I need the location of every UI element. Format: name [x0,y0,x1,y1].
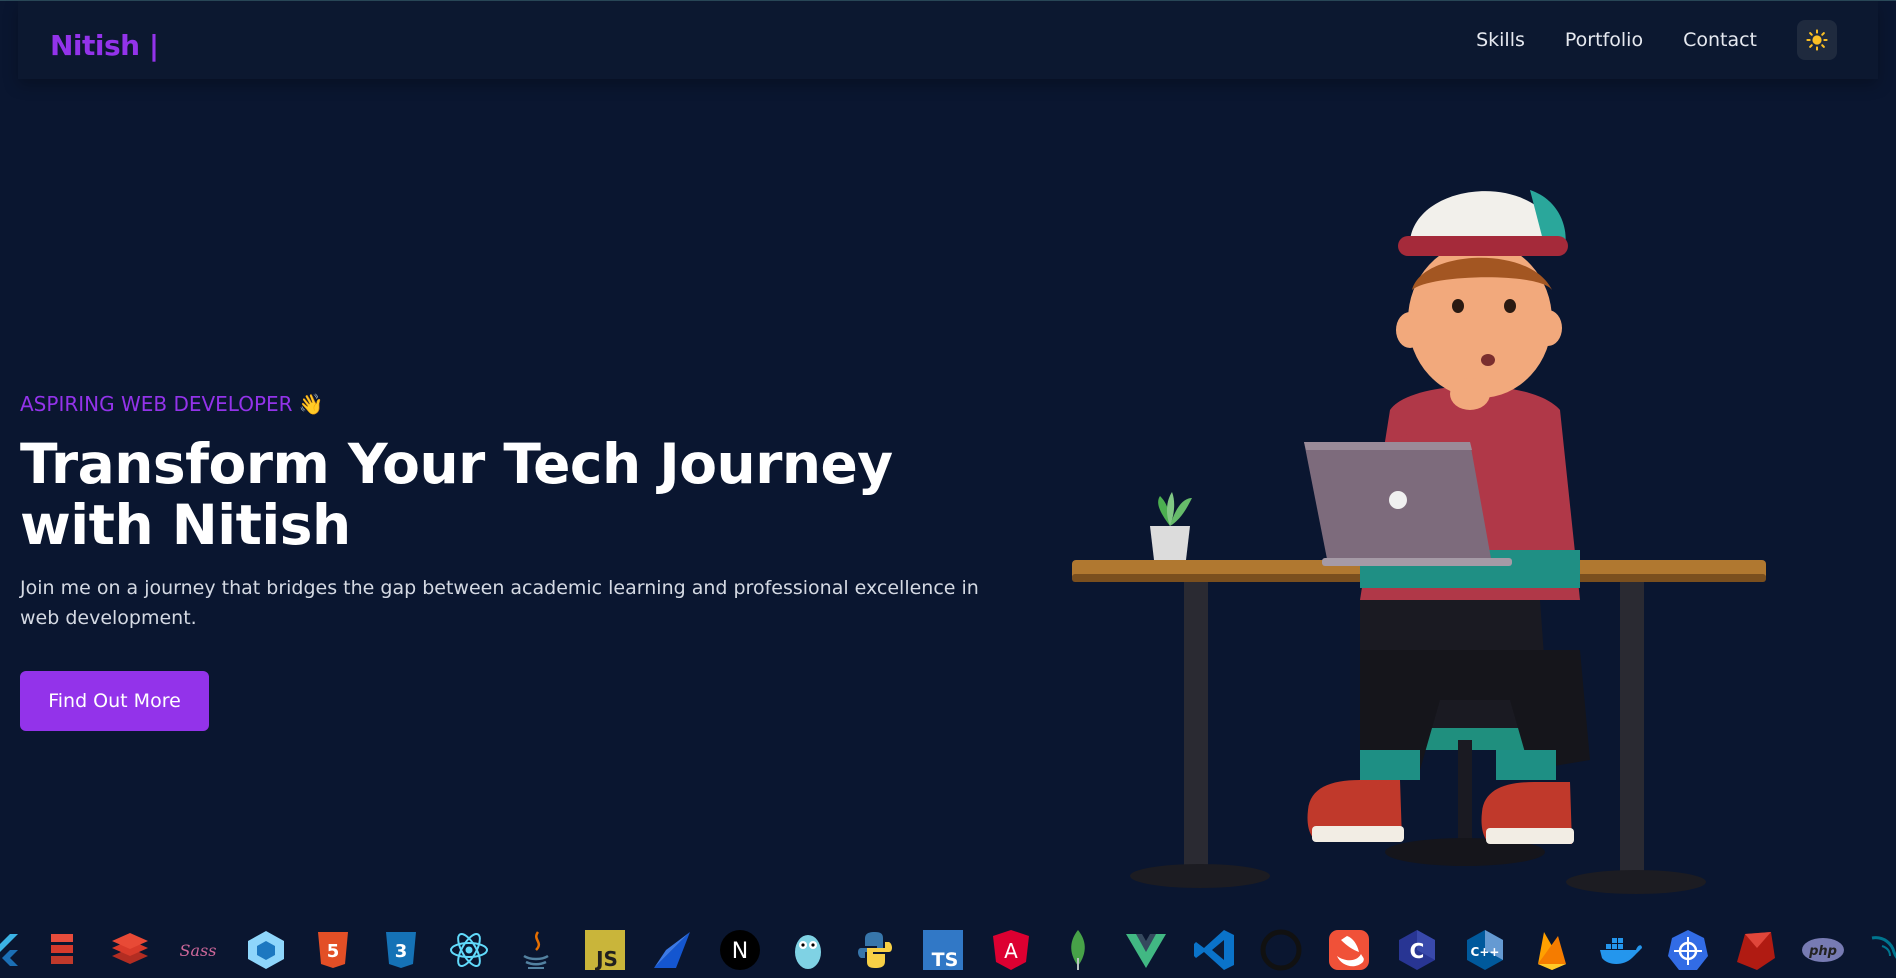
golang-icon [786,928,830,972]
tech-icons-strip: Sass 5 3 JS N TS A C C++ php [0,918,1896,978]
c-icon-text: C [1410,939,1425,963]
mongodb-icon [1056,928,1100,972]
nav-link-contact[interactable]: Contact [1683,29,1757,51]
redis-icon [108,928,152,972]
flutter-icon [0,928,26,972]
css3-icon: 3 [379,928,423,972]
javascript-icon-text: JS [594,947,618,971]
navbar: Nitish | Skills Portfolio Contact [18,1,1878,79]
webpack-icon [244,928,288,972]
typescript-icon: TS [921,928,965,972]
mysql-icon [1868,928,1896,972]
swift-icon [1327,928,1371,972]
docker-icon [1598,928,1642,972]
nextjs-icon: N [718,928,762,972]
nav-link-portfolio[interactable]: Portfolio [1565,29,1643,51]
html5-icon: 5 [311,928,355,972]
svg-text:5: 5 [327,941,340,962]
sun-icon [1806,29,1828,51]
nav-link-skills[interactable]: Skills [1476,29,1525,51]
cplusplus-icon: C++ [1463,928,1507,972]
python-icon [853,928,897,972]
java-icon [514,928,558,972]
angular-icon-text: A [1004,939,1018,963]
developer-at-desk-illustration [1072,190,1766,894]
hero-eyebrow: ASPIRING WEB DEVELOPER 👋 [20,392,324,416]
react-icon [447,928,491,972]
hero-title: Transform Your Tech Journey with Nitish [20,434,920,556]
javascript-icon: JS [583,928,627,972]
angular-icon: A [989,928,1033,972]
c-icon: C [1395,928,1439,972]
vscode-icon [1192,928,1236,972]
firebase-icon [1530,928,1574,972]
theme-toggle-button[interactable] [1797,20,1837,60]
svg-text:3: 3 [395,941,408,962]
github-icon [1259,928,1303,972]
vue-icon [1124,928,1168,972]
sass-icon: Sass [176,928,220,972]
ruby-icon [1733,928,1777,972]
kubernetes-icon [1666,928,1710,972]
hero-title-line2: with Nitish [20,493,351,557]
cplusplus-icon-text: C++ [1471,945,1500,959]
php-icon: php [1801,928,1845,972]
hero-description: Join me on a journey that bridges the ga… [20,577,979,629]
vite-icon [650,928,694,972]
laravel-icon [41,928,85,972]
typescript-icon-text: TS [932,949,959,971]
find-out-more-button[interactable]: Find Out More [20,671,209,731]
sass-icon-text: Sass [180,941,217,960]
logo[interactable]: Nitish | [50,29,159,62]
php-icon-text: php [1808,944,1837,959]
nextjs-icon-text: N [732,939,748,964]
nav-links: Skills Portfolio Contact [1476,1,1878,79]
hero-title-line1: Transform Your Tech Journey [20,432,893,496]
